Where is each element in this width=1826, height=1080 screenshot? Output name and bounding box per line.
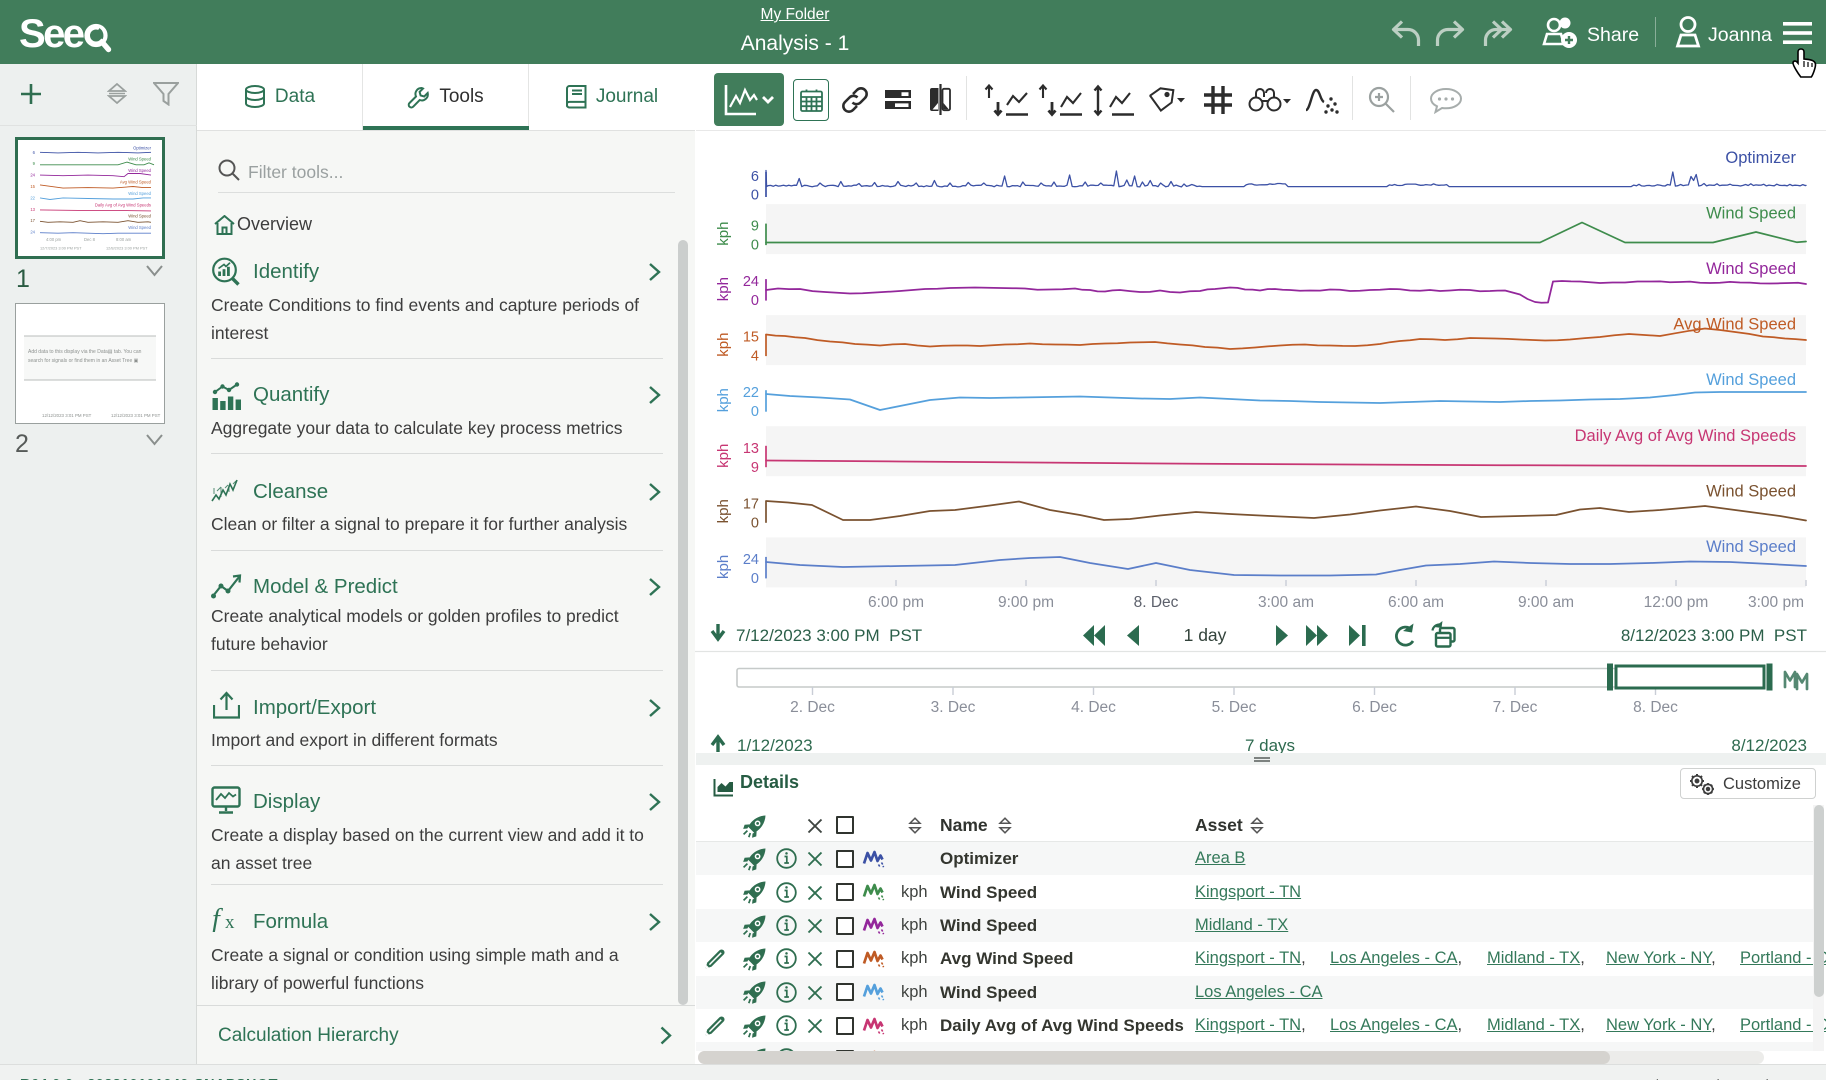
svg-text:22: 22 xyxy=(743,385,759,401)
svg-text:kph: kph xyxy=(715,555,732,579)
svg-text:3:00 am: 3:00 am xyxy=(1258,594,1314,611)
svg-text:kph: kph xyxy=(715,333,732,357)
svg-text:9: 9 xyxy=(751,460,759,476)
svg-text:0: 0 xyxy=(751,238,759,254)
svg-text:17: 17 xyxy=(743,496,759,512)
svg-text:8. Dec: 8. Dec xyxy=(1134,594,1179,611)
svg-text:7/12/2023 3:00 PM PST: 7/12/2023 3:00 PM PST xyxy=(736,626,922,645)
svg-text:24: 24 xyxy=(30,230,35,235)
svg-text:13: 13 xyxy=(743,441,759,457)
svg-text:0: 0 xyxy=(751,293,759,309)
svg-text:See: See xyxy=(19,14,84,54)
svg-text:4: 4 xyxy=(751,349,759,365)
svg-text:6:00 am: 6:00 am xyxy=(1388,594,1444,611)
svg-text:Wind Speed: Wind Speed xyxy=(1706,260,1796,278)
svg-text:Avg Wind Speed: Avg Wind Speed xyxy=(120,180,152,185)
svg-text:search for signals or find the: search for signals or find them in an As… xyxy=(28,358,139,364)
svg-text:0: 0 xyxy=(751,404,759,420)
svg-text:Wind Speed: Wind Speed xyxy=(128,214,151,219)
svg-text:Wind Speed: Wind Speed xyxy=(128,191,151,196)
svg-text:Wind Speed: Wind Speed xyxy=(1706,538,1796,556)
svg-text:8:00 am: 8:00 am xyxy=(116,237,132,242)
svg-text:9:00 pm: 9:00 pm xyxy=(998,594,1054,611)
svg-text:12/12/2023 3:01 PM PST: 12/12/2023 3:01 PM PST xyxy=(111,413,161,418)
svg-text:Wind Speed: Wind Speed xyxy=(128,168,151,173)
svg-text:1 day: 1 day xyxy=(1184,625,1227,645)
svg-text:24: 24 xyxy=(743,552,759,568)
svg-text:Wind Speed: Wind Speed xyxy=(1706,205,1796,223)
svg-text:24: 24 xyxy=(743,274,759,290)
svg-text:2. Dec: 2. Dec xyxy=(790,699,835,716)
svg-text:Avg Wind Speed: Avg Wind Speed xyxy=(1673,316,1796,334)
svg-text:15: 15 xyxy=(30,184,35,189)
svg-text:3. Dec: 3. Dec xyxy=(931,699,976,716)
svg-text:Optimizer: Optimizer xyxy=(1725,149,1796,167)
svg-text:9: 9 xyxy=(751,219,759,235)
svg-text:6. Dec: 6. Dec xyxy=(1352,699,1397,716)
svg-text:12/12/2023 3:01 PM PST: 12/12/2023 3:01 PM PST xyxy=(42,413,92,418)
svg-text:Daily Avg of Avg Wind Speeds: Daily Avg of Avg Wind Speeds xyxy=(1575,427,1796,445)
svg-text:24: 24 xyxy=(30,173,35,178)
svg-text:6: 6 xyxy=(33,150,36,155)
svg-text:Wind Speed: Wind Speed xyxy=(128,157,151,162)
svg-text:0: 0 xyxy=(751,515,759,531)
svg-text:Dec 8: Dec 8 xyxy=(84,237,96,242)
svg-text:22: 22 xyxy=(30,195,35,200)
svg-text:7. Dec: 7. Dec xyxy=(1493,699,1538,716)
svg-text:12/8/2023 3:00 PM PST: 12/8/2023 3:00 PM PST xyxy=(106,246,148,251)
svg-text:x: x xyxy=(225,912,235,932)
svg-text:5. Dec: 5. Dec xyxy=(1212,699,1257,716)
svg-text:0: 0 xyxy=(751,571,759,587)
svg-text:9: 9 xyxy=(33,161,36,166)
svg-text:4. Dec: 4. Dec xyxy=(1071,699,1116,716)
svg-text:12:00 pm: 12:00 pm xyxy=(1644,594,1709,611)
svg-text:Wind Speed: Wind Speed xyxy=(1706,482,1796,500)
svg-text:kph: kph xyxy=(715,222,732,246)
svg-text:6: 6 xyxy=(751,169,759,185)
svg-text:9:00 am: 9:00 am xyxy=(1518,594,1574,611)
svg-text:17: 17 xyxy=(30,218,35,223)
svg-text:Wind Speed: Wind Speed xyxy=(1706,371,1796,389)
svg-text:6:00 pm: 6:00 pm xyxy=(868,594,924,611)
svg-text:8/12/2023 3:00 PM PST: 8/12/2023 3:00 PM PST xyxy=(1621,626,1807,645)
svg-text:0: 0 xyxy=(751,188,759,204)
svg-text:kph: kph xyxy=(715,499,732,523)
svg-text:8. Dec: 8. Dec xyxy=(1633,699,1678,716)
svg-text:kph: kph xyxy=(715,388,732,412)
svg-text:kph: kph xyxy=(715,444,732,468)
svg-text:Wind Speed: Wind Speed xyxy=(128,225,151,230)
svg-text:Daily Avg of Avg Wind Speeds: Daily Avg of Avg Wind Speeds xyxy=(95,202,151,207)
svg-text:3:00 pm: 3:00 pm xyxy=(1748,594,1804,611)
svg-text:f: f xyxy=(212,904,223,932)
svg-text:4:00 pm: 4:00 pm xyxy=(46,237,62,242)
svg-text:15: 15 xyxy=(743,330,759,346)
svg-text:12/7/2023 3:00 PM PST: 12/7/2023 3:00 PM PST xyxy=(40,246,82,251)
svg-text:13: 13 xyxy=(30,207,35,212)
svg-text:Add data to this display via t: Add data to this display via the Data▤ t… xyxy=(28,349,142,355)
svg-text:kph: kph xyxy=(715,277,732,301)
svg-text:Optimizer: Optimizer xyxy=(133,145,152,150)
